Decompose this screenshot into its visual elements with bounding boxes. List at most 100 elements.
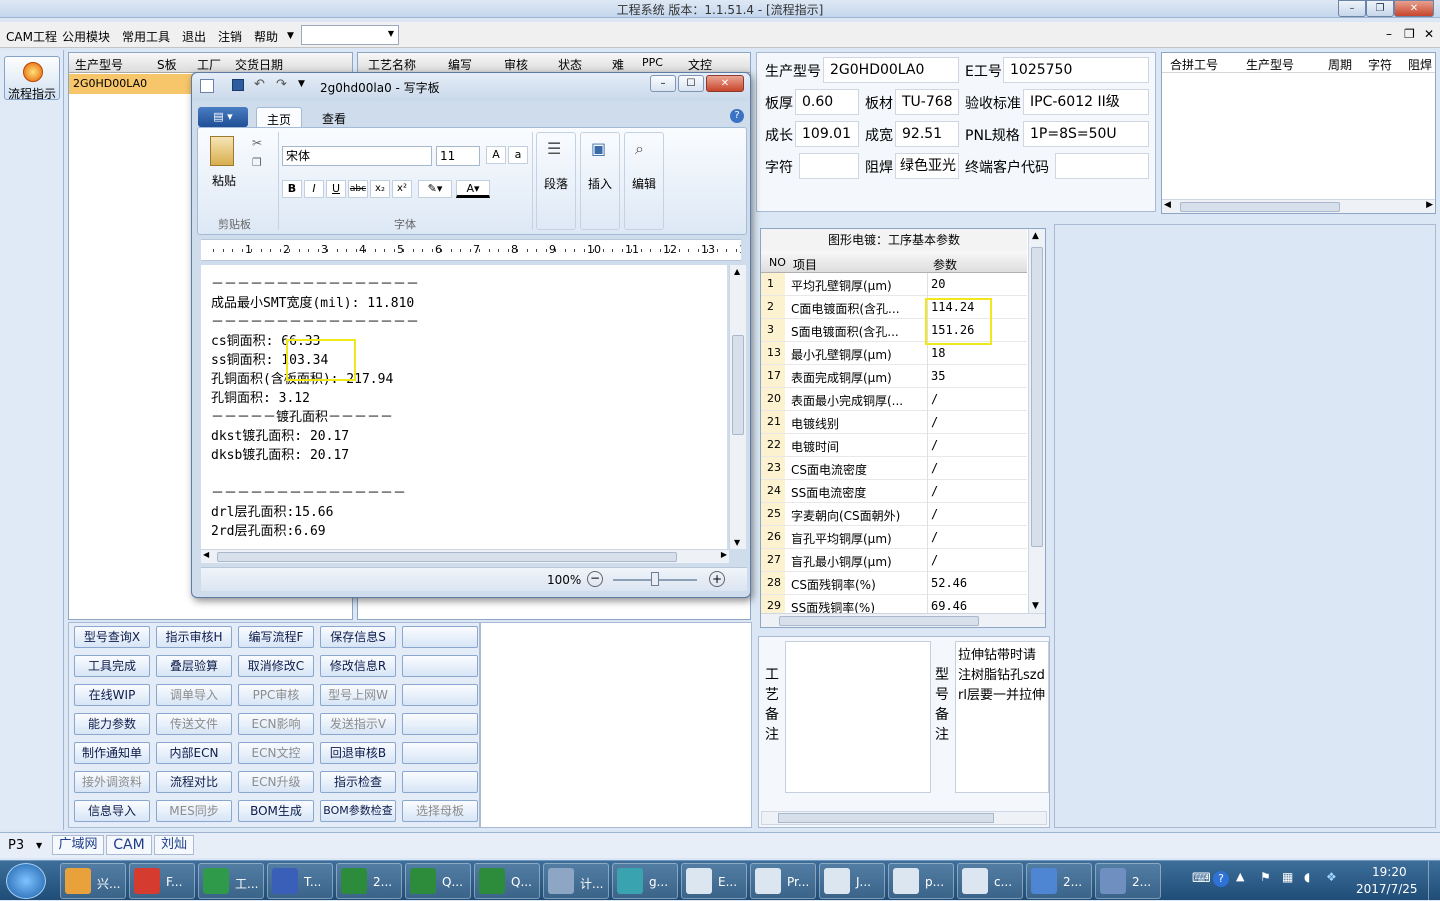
col-doc-control[interactable]: 文控 [688,56,712,73]
table-row[interactable]: 25 字麦朝向(CS面朝外) / [761,503,1027,526]
col-s-board[interactable]: S板 [157,56,177,73]
action-button-2-3[interactable]: 型号上网W [320,684,396,706]
col-prod-model[interactable]: 生产型号 [75,56,123,73]
col-review[interactable]: 审核 [504,56,528,73]
zoom-out-icon[interactable]: − [587,571,603,587]
bold-icon[interactable]: B [282,180,302,198]
table-row[interactable]: 27 盲孔最小铜厚(μm) / [761,549,1027,572]
horizontal-scrollbar[interactable] [761,613,1045,627]
width-field[interactable]: 92.51 [895,121,959,147]
scroll-up-icon[interactable]: ▲ [1032,231,1039,241]
col-item[interactable]: 项目 [793,256,817,273]
table-row[interactable]: 22 电镀时间 / [761,434,1027,457]
col-merge-model[interactable]: 生产型号 [1246,56,1294,73]
action-button-6-1[interactable]: MES同步 [156,800,232,822]
app-tray-icon[interactable]: ❖ [1326,870,1337,884]
document-area[interactable]: －－－－－－－－－－－－－－－－ 成品最小SMT宽度(mil): 11.810 －－… [201,265,727,549]
undo-icon[interactable]: ↶ [254,77,265,92]
menu-common-module[interactable]: 公用模块 [62,28,110,45]
minimize-button[interactable]: – [1338,0,1366,17]
col-process-name[interactable]: 工艺名称 [368,56,416,73]
action-button-2-1[interactable]: 调单导入 [156,684,232,706]
wordpad-maximize-button[interactable]: ☐ [678,75,704,92]
insert-group[interactable]: ▣ 插入 [580,132,620,230]
status-user[interactable]: 刘灿 [154,835,194,855]
taskbar-app-15[interactable]: 2... [1095,863,1161,899]
table-row[interactable]: 26 盲孔平均铜厚(μm) / [761,526,1027,549]
action-button-0-4[interactable] [402,626,478,648]
taskbar-app-6[interactable]: Q... [474,863,540,899]
menu-cam[interactable]: CAM工程 [6,28,57,45]
paste-label[interactable]: 粘贴 [212,172,236,189]
horizontal-scrollbar[interactable] [761,811,1047,825]
col-delivery-date[interactable]: 交货日期 [235,56,283,73]
action-button-3-1[interactable]: 传送文件 [156,713,232,735]
prod-model-field[interactable]: 2G0HD00LA0 [823,57,959,83]
customer-code-field[interactable] [1055,153,1149,179]
table-row[interactable]: 1 平均孔壁铜厚(μm) 20 [761,273,1027,296]
cut-icon[interactable]: ✂ [252,136,262,150]
tab-view[interactable]: 查看 [312,107,356,127]
edit-group[interactable]: ⌕ 编辑 [624,132,664,230]
action-button-1-3[interactable]: 修改信息R [320,655,396,677]
volume-icon[interactable]: ◖ [1304,870,1310,884]
font-color-icon[interactable]: A▾ [456,180,490,198]
col-no[interactable]: NO [769,256,786,269]
paste-icon[interactable] [210,136,234,166]
col-merge-no[interactable]: 合拼工号 [1170,56,1218,73]
action-button-3-4[interactable] [402,713,478,735]
action-button-3-3[interactable]: 发送指示V [320,713,396,735]
action-button-0-1[interactable]: 指示审核H [156,626,232,648]
pnl-field[interactable]: 1P=8S=50U [1023,121,1149,147]
action-button-1-2[interactable]: 取消修改C [238,655,314,677]
show-desktop-button[interactable] [1428,861,1440,901]
taskbar-app-7[interactable]: 计... [543,863,609,899]
redo-icon[interactable]: ↷ [276,77,287,92]
horizontal-scrollbar[interactable]: ◀ ▶ [1162,199,1435,213]
help-icon[interactable]: ? [730,109,744,123]
taskbar-app-5[interactable]: Q... [405,863,471,899]
scrollbar-thumb[interactable] [1180,202,1340,212]
action-button-0-0[interactable]: 型号查询X [74,626,150,648]
menu-combo[interactable]: ▼ [301,25,399,45]
doc-horizontal-scrollbar[interactable]: ◀ ▶ [201,549,729,563]
wordpad-minimize-button[interactable]: – [650,75,676,92]
menu-logout[interactable]: 注销 [218,28,242,45]
table-row[interactable]: 17 表面完成铜厚(μm) 35 [761,365,1027,388]
menu-help[interactable]: 帮助 [254,28,278,45]
col-value[interactable]: 参数 [933,256,957,273]
taskbar-app-10[interactable]: Pr... [750,863,816,899]
zoom-slider-thumb[interactable] [651,572,659,586]
wordpad-close-button[interactable]: ✕ [706,75,744,92]
action-button-4-3[interactable]: 回退审核B [320,742,396,764]
taskbar-app-8[interactable]: g... [612,863,678,899]
underline-icon[interactable]: U [326,180,346,198]
taskbar-app-12[interactable]: p... [888,863,954,899]
doc-vertical-scrollbar[interactable]: ▲ ▼ [729,265,746,549]
taskbar-app-13[interactable]: c... [957,863,1023,899]
flag-icon[interactable]: ⚑ [1260,870,1271,884]
mask-field[interactable]: 绿色亚光 [895,153,959,179]
scrollbar-thumb[interactable] [1031,247,1043,547]
font-name-select[interactable]: 宋体 [282,146,432,166]
action-button-1-4[interactable] [402,655,478,677]
scrollbar-thumb[interactable] [732,335,744,435]
network-icon[interactable]: ▦ [1282,870,1293,884]
scrollbar-thumb[interactable] [217,552,677,562]
table-row[interactable]: 29 SS面残铜率(%) 69.46 [761,595,1027,613]
col-ppc[interactable]: PPC [642,56,663,69]
thickness-field[interactable]: 0.60 [795,89,859,115]
table-row[interactable]: 20 表面最小完成铜厚(... / [761,388,1027,411]
action-button-0-3[interactable]: 保存信息S [320,626,396,648]
taskbar-app-0[interactable]: 兴... [60,863,126,899]
model-remark-textarea[interactable]: 拉伸钻带时请注树脂钻孔szdrl层要一并拉伸 [955,641,1049,793]
copy-icon[interactable]: ❐ [252,156,262,169]
length-field[interactable]: 109.01 [795,121,859,147]
taskbar-app-2[interactable]: 工... [198,863,264,899]
taskbar-app-9[interactable]: E... [681,863,747,899]
table-row[interactable]: 24 SS面电流密度 / [761,480,1027,503]
action-button-5-2[interactable]: ECN升级 [238,771,314,793]
col-difficulty[interactable]: 难 [612,56,624,73]
status-cam[interactable]: CAM [106,835,152,855]
taskbar-app-4[interactable]: 2... [336,863,402,899]
